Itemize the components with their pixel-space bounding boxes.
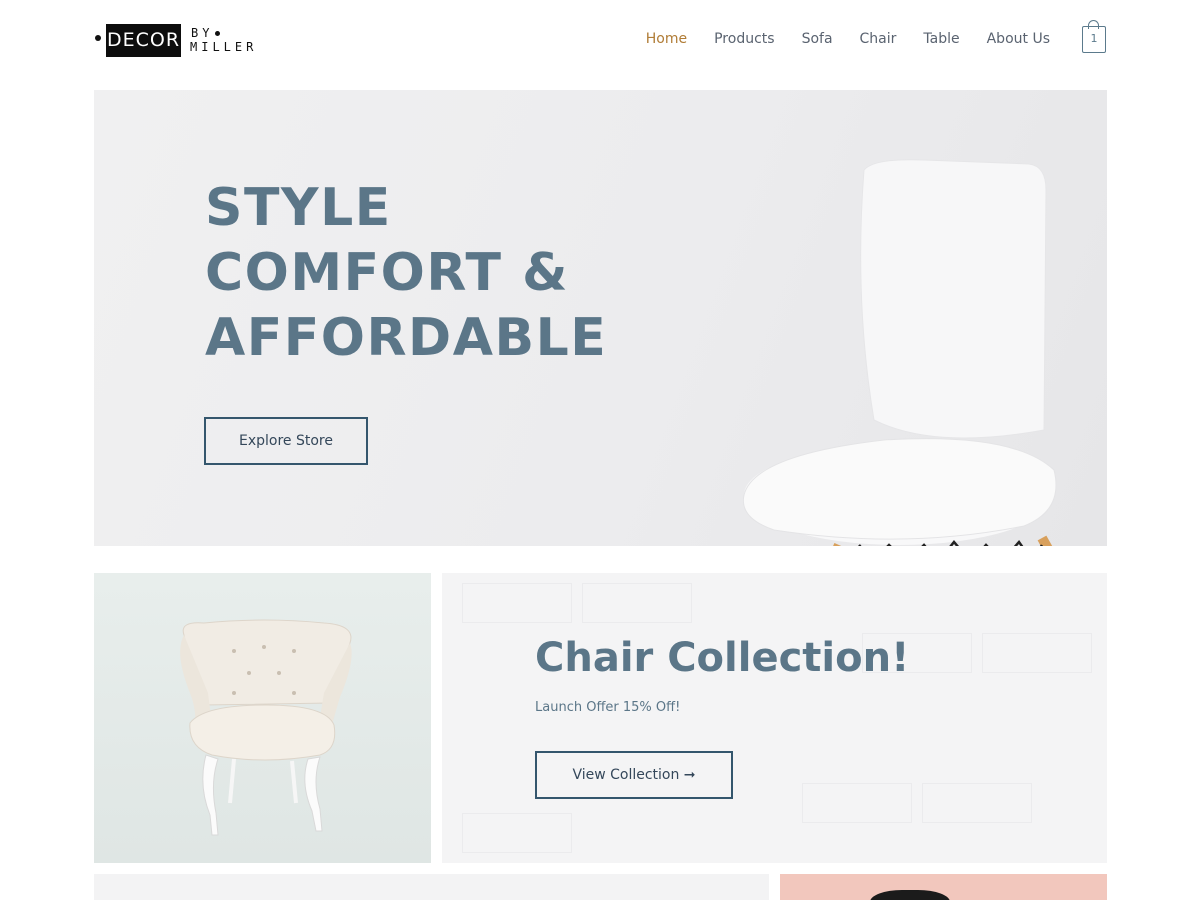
nav-item-table[interactable]: Table [923,31,959,47]
nav-item-sofa[interactable]: Sofa [802,31,833,47]
shopping-bag-icon[interactable]: 1 [1082,20,1106,53]
brick-texture [922,783,1032,823]
hero-title: STYLE COMFORT & AFFORDABLE [205,176,607,371]
hero-title-line: COMFORT & [205,243,569,303]
next-section-tile [94,874,769,900]
nav-item-home[interactable]: Home [646,31,687,47]
logo-dot [215,31,220,36]
hero-title-line: STYLE [205,178,392,238]
product-image [870,890,950,900]
view-collection-button[interactable]: View Collection ➞ [535,751,733,799]
brick-texture [802,783,912,823]
brick-texture [582,583,692,623]
collection-image-tile[interactable] [94,573,431,863]
brick-texture [982,633,1092,673]
brick-texture [462,813,572,853]
armchair-image [180,619,352,836]
bag-handle [1088,20,1099,29]
logo-dot [95,35,101,41]
collection-title: Chair Collection! [535,635,910,681]
nav-item-about-us[interactable]: About Us [987,31,1050,47]
main-nav: Home Products Sofa Chair Table About Us [619,31,1050,47]
logo-main-text: DECOR [106,24,181,57]
cart-count: 1 [1090,32,1098,45]
logo-name-text: MILLER [190,40,258,54]
explore-store-button[interactable]: Explore Store [204,417,368,465]
hero-chair-image [742,159,1057,546]
brick-texture [462,583,572,623]
logo-by-text: BY [191,26,214,40]
collection-subtitle: Launch Offer 15% Off! [535,700,681,715]
nav-item-products[interactable]: Products [714,31,774,47]
hero-title-line: AFFORDABLE [205,308,608,368]
collection-promo: Chair Collection! Launch Offer 15% Off! … [442,573,1107,863]
hero-banner: STYLE COMFORT & AFFORDABLE Explore Store [94,90,1107,546]
site-header: DECOR BY MILLER Home Products Sofa Chair… [0,0,1200,82]
nav-item-chair[interactable]: Chair [860,31,897,47]
next-section-image-tile [780,874,1107,900]
